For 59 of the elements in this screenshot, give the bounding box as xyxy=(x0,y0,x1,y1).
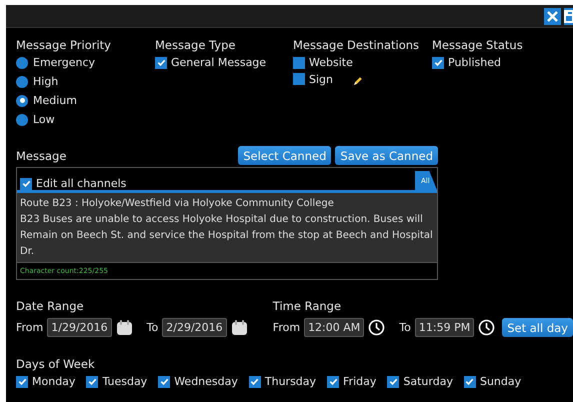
checkbox-label: Wednesday xyxy=(174,375,238,388)
checkbox-label: Saturday xyxy=(403,375,453,388)
checkbox[interactable] xyxy=(327,376,340,388)
checkbox[interactable] xyxy=(293,56,305,68)
canned-button[interactable]: Select Canned xyxy=(238,146,332,165)
radio-label: Emergency xyxy=(33,56,96,69)
date-field[interactable]: 2/29/2016 xyxy=(162,318,227,337)
checkbox-label: Website xyxy=(309,56,353,69)
checkbox-label: Sign xyxy=(309,72,333,86)
field-label: To xyxy=(399,321,411,334)
section-heading: Message Priority xyxy=(16,38,112,52)
date-field[interactable]: 1/29/2016 xyxy=(47,318,112,337)
checkbox[interactable] xyxy=(16,376,28,388)
field-label: To xyxy=(146,321,158,334)
message-field[interactable]: Route B23 : Holyoke/Westfield via Holyoke Community College B23 Buses are unable to access Holyoke Hospital due to construction. Buses will Remain on Beech St. and service the Hospital from the stop at Beech and Hospital Dr. xyxy=(17,190,437,262)
checkbox-label: Published xyxy=(448,56,501,69)
checkbox[interactable] xyxy=(155,56,167,68)
checkbox-label: General Message xyxy=(171,56,266,69)
field-label: From xyxy=(272,321,300,334)
checkbox[interactable] xyxy=(432,56,444,68)
radio-button[interactable] xyxy=(16,56,28,68)
checkbox-label: Friday xyxy=(343,375,376,388)
radio-button[interactable] xyxy=(16,94,28,106)
checkbox[interactable] xyxy=(158,376,170,388)
section-heading: Message Status xyxy=(432,38,524,52)
time-field[interactable]: 12:00 AM xyxy=(304,318,364,337)
section-heading: Time Range xyxy=(272,299,342,313)
calendar-icon[interactable] xyxy=(230,319,248,336)
calendar-icon[interactable] xyxy=(116,319,133,336)
radio-button[interactable] xyxy=(16,76,28,88)
checkbox-label: Edit all channels xyxy=(36,177,126,190)
section-heading: Message xyxy=(16,149,68,163)
checkbox[interactable] xyxy=(387,376,400,388)
checkbox[interactable] xyxy=(464,376,476,388)
pencil-icon[interactable] xyxy=(353,76,363,86)
save-button[interactable] xyxy=(564,8,573,24)
checkbox[interactable] xyxy=(20,178,32,190)
clock-icon[interactable] xyxy=(368,319,386,336)
section-heading: Message Type xyxy=(155,38,236,52)
checkbox-label: Thursday xyxy=(264,375,316,388)
checkbox-label: Sunday xyxy=(480,375,522,388)
section-heading: Message Destinations xyxy=(293,38,420,52)
section-heading: Date Range xyxy=(16,299,85,313)
section-heading: Days of Week xyxy=(16,357,96,371)
radio-label: Low xyxy=(33,113,55,126)
checkbox-label: Tuesday xyxy=(102,375,148,388)
checkbox[interactable] xyxy=(293,73,305,85)
radio-label: Medium xyxy=(33,94,77,107)
field-label: From xyxy=(16,321,44,334)
radio-label: High xyxy=(33,75,58,88)
checkbox[interactable] xyxy=(248,376,261,388)
time-field[interactable]: 11:59 PM xyxy=(414,318,474,337)
clock-icon[interactable] xyxy=(478,319,496,336)
radio-button[interactable] xyxy=(16,114,28,126)
set-all-day-button[interactable]: Set all day xyxy=(502,318,573,337)
checkbox-label: Monday xyxy=(32,375,76,388)
checkbox[interactable] xyxy=(86,376,98,388)
canned-button[interactable]: Save as Canned xyxy=(335,146,438,165)
close-button[interactable] xyxy=(544,8,561,24)
